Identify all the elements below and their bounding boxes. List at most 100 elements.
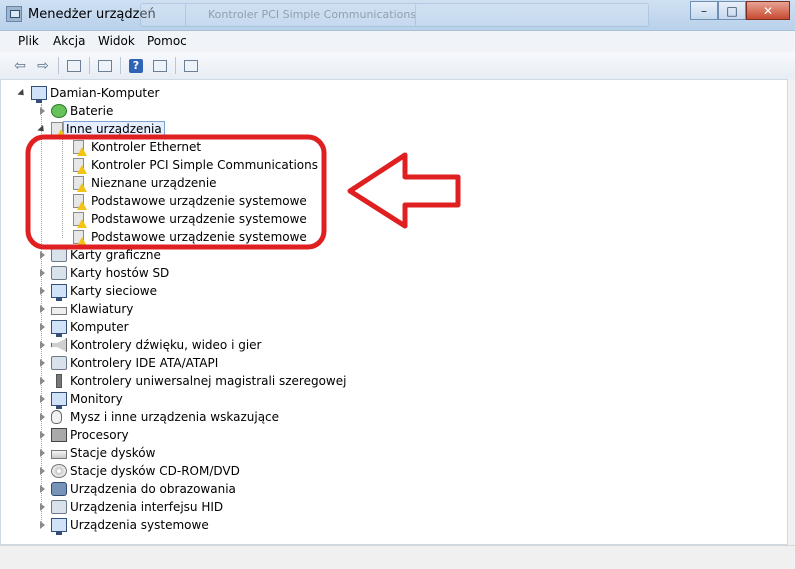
menu-widok[interactable]: Widok (98, 34, 135, 48)
category-klawiatury[interactable]: Klawiatury (38, 300, 133, 318)
expand-toggle[interactable] (18, 89, 27, 98)
category-label: Baterie (70, 104, 114, 118)
expand-toggle[interactable] (38, 125, 47, 134)
category-label: Komputer (70, 320, 129, 334)
tree-root-label: Damian-Komputer (50, 86, 160, 100)
category-urzadzenia-systemowe[interactable]: Urządzenia systemowe (38, 516, 209, 535)
menu-akcja[interactable]: Akcja (53, 34, 85, 48)
tree-root[interactable]: Damian-Komputer (18, 84, 160, 103)
scan-hardware-icon[interactable] (181, 56, 201, 75)
expand-toggle[interactable] (38, 106, 47, 116)
menu-pomoc[interactable]: Pomoc (147, 34, 187, 48)
sound-icon (51, 338, 67, 352)
category-komputer[interactable]: Komputer (38, 318, 129, 337)
category-karty-graficzne[interactable]: Karty graficzne (38, 246, 161, 264)
ghost-tab-1 (140, 3, 189, 27)
maximize-button[interactable]: □ (718, 1, 746, 20)
help-icon[interactable]: ? (126, 56, 146, 75)
category-label: Kontrolery IDE ATA/ATAPI (70, 356, 219, 370)
warning-device-icon (73, 230, 87, 246)
sd-host-icon (51, 266, 67, 280)
category-kontrolery-ide[interactable]: Kontrolery IDE ATA/ATAPI (38, 354, 218, 372)
expand-toggle[interactable] (38, 412, 47, 422)
expand-toggle[interactable] (38, 340, 47, 350)
display-adapter-icon (51, 248, 67, 262)
category-kontrolery-usb[interactable]: Kontrolery uniwersalnej magistrali szere… (38, 372, 346, 390)
category-label: Karty sieciowe (70, 284, 158, 298)
device-item[interactable]: Podstawowe urządzenie systemowe (60, 228, 307, 246)
category-label: Stacje dysków (70, 446, 156, 460)
category-stacje-cdrom[interactable]: Stacje dysków CD-ROM/DVD (38, 462, 240, 480)
expand-toggle[interactable] (38, 358, 47, 368)
category-mysz[interactable]: Mysz i inne urządzenia wskazujące (38, 408, 279, 426)
show-hide-console-tree-icon[interactable] (64, 56, 84, 75)
category-urzadzenia-obrazowania[interactable]: Urządzenia do obrazowania (38, 480, 236, 498)
device-item[interactable]: Podstawowe urządzenie systemowe (60, 210, 307, 228)
expand-toggle[interactable] (38, 430, 47, 440)
toolbar-separator (89, 57, 90, 74)
expand-toggle[interactable] (38, 520, 47, 530)
expand-toggle[interactable] (38, 286, 47, 296)
hid-icon (51, 500, 67, 514)
forward-arrow-icon[interactable]: ⇨ (33, 56, 53, 75)
warning-device-icon (73, 194, 87, 210)
category-karty-hostow-sd[interactable]: Karty hostów SD (38, 264, 169, 282)
category-label: Kontrolery uniwersalnej magistrali szere… (70, 374, 347, 388)
category-monitory[interactable]: Monitory (38, 390, 123, 409)
device-manager-app-icon (6, 6, 22, 22)
expand-toggle[interactable] (38, 304, 47, 314)
device-label: Podstawowe urządzenie systemowe (91, 194, 307, 208)
menu-plik[interactable]: Plik (18, 34, 39, 48)
system-devices-icon (51, 518, 67, 535)
imaging-device-icon (51, 482, 67, 496)
category-inne-urzadzenia[interactable]: Inne urządzenia (38, 120, 165, 138)
category-stacje-dyskow[interactable]: Stacje dysków (38, 444, 155, 462)
expand-toggle[interactable] (38, 394, 47, 404)
close-button[interactable]: ✕ (746, 1, 790, 20)
toolbar: ⇦ ⇨ ? (0, 52, 795, 80)
usb-icon (56, 374, 62, 388)
warning-device-icon (73, 140, 87, 156)
device-label: Kontroler Ethernet (91, 140, 202, 154)
device-item[interactable]: Kontroler PCI Simple Communications (60, 156, 318, 174)
category-label: Inne urządzenia (63, 121, 165, 137)
category-label: Urządzenia systemowe (70, 518, 209, 532)
category-label: Karty hostów SD (70, 266, 170, 280)
network-adapter-icon (51, 284, 67, 301)
ghost-tab-2: Kontroler PCI Simple Communications (185, 3, 419, 27)
expand-toggle[interactable] (38, 268, 47, 278)
category-baterie[interactable]: Baterie (38, 102, 113, 120)
expand-toggle[interactable] (38, 484, 47, 494)
category-procesory[interactable]: Procesory (38, 426, 129, 444)
computer-icon (31, 86, 47, 103)
category-label: Stacje dysków CD-ROM/DVD (70, 464, 240, 478)
update-driver-icon[interactable] (150, 56, 170, 75)
device-item[interactable]: Kontroler Ethernet (60, 138, 201, 156)
category-label: Klawiatury (70, 302, 134, 316)
category-kontrolery-dzwieku[interactable]: Kontrolery dźwięku, wideo i gier (38, 336, 261, 354)
expand-toggle[interactable] (38, 466, 47, 476)
category-label: Karty graficzne (70, 248, 161, 262)
battery-icon (51, 104, 67, 118)
processor-icon (51, 428, 67, 442)
category-karty-sieciowe[interactable]: Karty sieciowe (38, 282, 158, 301)
category-urzadzenia-hid[interactable]: Urządzenia interfejsu HID (38, 498, 223, 516)
expand-toggle[interactable] (38, 376, 47, 386)
keyboard-icon (51, 307, 67, 315)
category-label: Monitory (70, 392, 123, 406)
properties-icon[interactable] (95, 56, 115, 75)
device-item[interactable]: Nieznane urządzenie (60, 174, 217, 192)
back-arrow-icon[interactable]: ⇦ (10, 56, 30, 75)
expand-toggle[interactable] (38, 502, 47, 512)
computer-icon (51, 320, 67, 337)
device-item[interactable]: Podstawowe urządzenie systemowe (60, 192, 307, 210)
window-controls: – □ ✕ (690, 1, 790, 21)
other-devices-icon (51, 122, 66, 138)
expand-toggle[interactable] (38, 322, 47, 332)
device-label: Kontroler PCI Simple Communications (91, 158, 318, 172)
expand-toggle[interactable] (38, 448, 47, 458)
cdrom-icon (51, 464, 67, 478)
expand-toggle[interactable] (38, 250, 47, 260)
warning-device-icon (73, 212, 87, 228)
minimize-button[interactable]: – (690, 1, 718, 20)
